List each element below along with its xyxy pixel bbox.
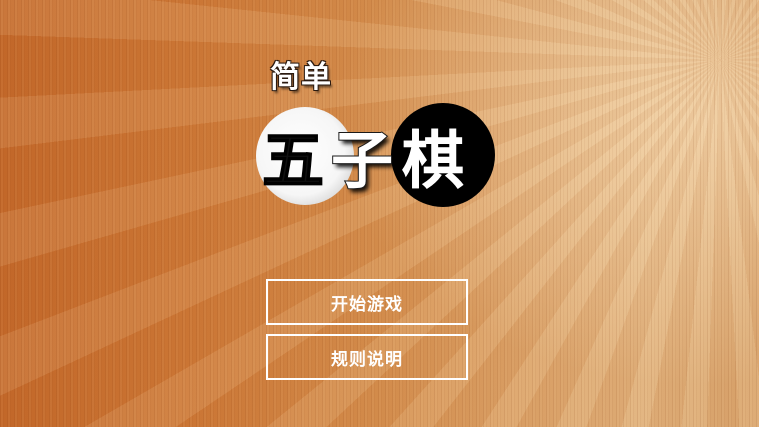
start-game-button[interactable]: 开始游戏 xyxy=(266,279,468,325)
logo-char-2: 子 xyxy=(331,124,393,197)
logo-char-3: 棋 xyxy=(402,124,464,197)
logo-char-1: 五 xyxy=(262,124,324,197)
rules-button[interactable]: 规则说明 xyxy=(266,334,468,380)
